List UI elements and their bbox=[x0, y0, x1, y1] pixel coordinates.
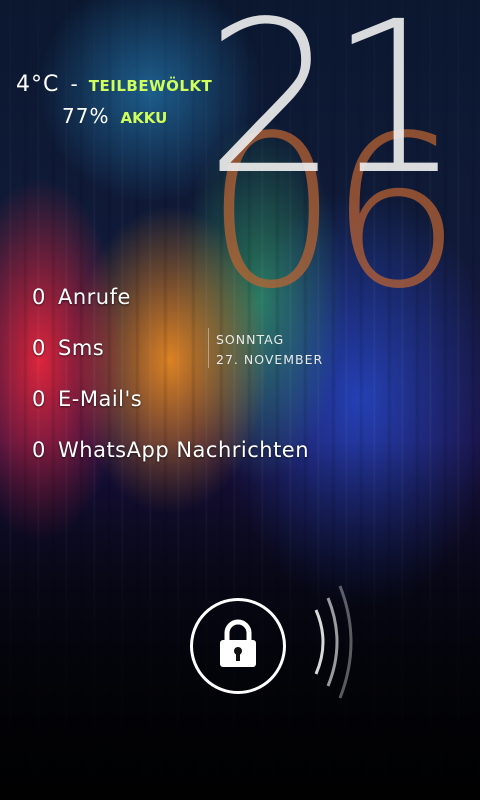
battery-percent: 77% bbox=[62, 104, 110, 128]
notification-email[interactable]: 0 E-Mail's bbox=[32, 387, 309, 438]
notification-label: WhatsApp Nachrichten bbox=[58, 438, 310, 462]
weather-widget: 4°C - TEILBEWÖLKT bbox=[16, 72, 212, 97]
weekday: SONNTAG bbox=[216, 332, 285, 347]
swipe-arcs-icon bbox=[308, 582, 368, 702]
date-widget: SONNTAG 27. NOVEMBER bbox=[216, 330, 323, 370]
notification-list: 0 Anrufe 0 Sms 0 E-Mail's 0 WhatsApp Nac… bbox=[32, 285, 309, 489]
weather-condition: TEILBEWÖLKT bbox=[88, 77, 213, 95]
temperature: 4°C bbox=[16, 72, 60, 97]
notification-calls[interactable]: 0 Anrufe bbox=[32, 285, 309, 336]
unlock-button[interactable] bbox=[190, 598, 286, 694]
notification-count: 0 bbox=[32, 336, 46, 360]
lockscreen: 06 21 4°C - TEILBEWÖLKT 77% AKKU 0 Anruf… bbox=[0, 0, 480, 800]
notification-label: E-Mail's bbox=[58, 387, 143, 411]
notification-label: Anrufe bbox=[58, 285, 131, 309]
notification-whatsapp[interactable]: 0 WhatsApp Nachrichten bbox=[32, 438, 309, 489]
notification-count: 0 bbox=[32, 285, 46, 309]
date-divider bbox=[208, 328, 209, 368]
battery-label: AKKU bbox=[120, 109, 168, 127]
weather-separator: - bbox=[70, 72, 78, 96]
notification-count: 0 bbox=[32, 438, 46, 462]
notification-count: 0 bbox=[32, 387, 46, 411]
day-month: 27. NOVEMBER bbox=[216, 352, 324, 367]
padlock-icon bbox=[216, 619, 260, 673]
battery-widget: 77% AKKU bbox=[62, 104, 167, 128]
notification-label: Sms bbox=[58, 336, 105, 360]
clock-hour: 21 bbox=[205, 0, 462, 221]
